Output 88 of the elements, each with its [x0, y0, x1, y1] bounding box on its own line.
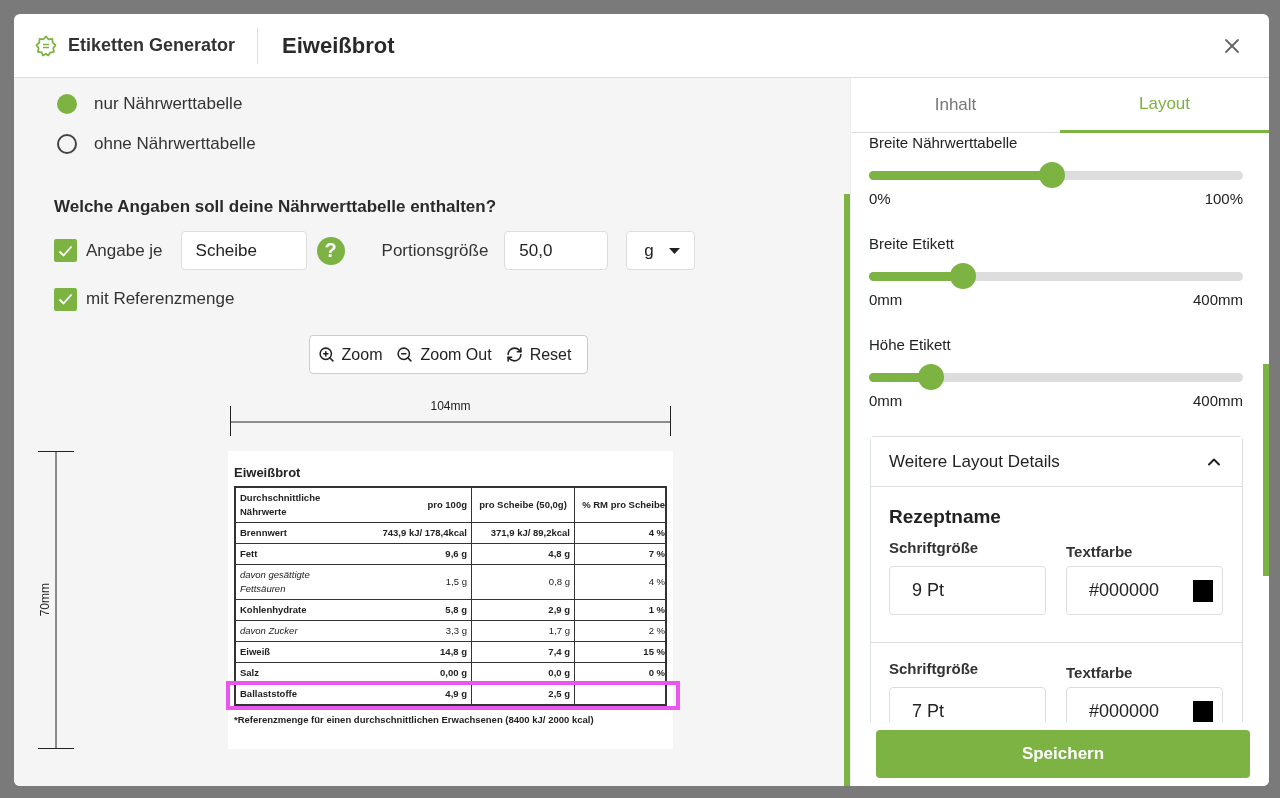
toolbar-button[interactable]: Zoom Out [396, 345, 492, 364]
nutrient-value: 0,00 g [439, 666, 468, 680]
nutrient-value: 14,8 g [439, 645, 468, 659]
nutrient-name: Brennwert [239, 526, 288, 540]
radio-button[interactable] [57, 134, 77, 154]
nutrient-value: 5,8 g [444, 603, 468, 617]
slider-label: Breite Nährwerttabelle [869, 133, 1019, 153]
nutrient-name: Fett [239, 547, 259, 561]
checkbox-label: mit Referenzmenge [86, 289, 235, 309]
slider-max-label: 400mm [1192, 391, 1243, 411]
column-header: pro 100g [426, 498, 468, 512]
dimension-label: 104mm [430, 399, 471, 413]
nutrient-value: 743,9 kJ/ 178,4kcal [381, 526, 468, 540]
reference-percent: 0 % [574, 663, 669, 683]
dialog-title: Eiweißbrot [282, 32, 395, 59]
nutrient-value: 2,5 g [471, 684, 574, 704]
dimension-label: 70mm [38, 583, 52, 617]
zoom-in-icon [317, 346, 335, 363]
column-header: % RM pro Scheibe [574, 488, 669, 522]
option-label[interactable]: ohne Nährwerttabelle [94, 134, 256, 154]
nutrient-name: Salz [239, 666, 260, 680]
zoom-out-icon [396, 346, 414, 363]
check-icon [58, 244, 73, 257]
caret-icon [669, 247, 681, 254]
toolbar-button[interactable]: Zoom [317, 345, 383, 364]
nutrient-value: 3,3 g [444, 624, 468, 638]
slider-min-label: 0mm [869, 391, 903, 411]
field-label: Schriftgröße [889, 539, 980, 557]
nutrient-value: 7,4 g [471, 642, 574, 662]
portion-input[interactable]: 50,0 [504, 231, 609, 270]
accordion-header[interactable]: Weitere Layout Details [871, 437, 1242, 487]
field-label: Schriftgröße [889, 660, 980, 678]
reference-percent: 15 % [574, 642, 669, 662]
nutrient-value: 0,0 g [471, 663, 574, 683]
footnote: *Referenzmenge für einen durchschnittlichen Erwachsenen (8400 kJ/ 2000 kcal) [234, 713, 595, 726]
column-header: pro Scheibe (50,0g) [471, 488, 574, 522]
nutrient-value: 371,9 kJ/ 89,2kcal [471, 523, 574, 543]
scrollbar-thumb[interactable] [844, 194, 850, 786]
nutrient-value: 0,8 g [471, 565, 574, 599]
color-input[interactable]: #000000 [1066, 687, 1223, 722]
reference-percent: 1 % [574, 600, 669, 620]
radio-button[interactable] [57, 94, 77, 114]
label-title: Eiweißbrot [234, 465, 302, 481]
slider-max-label: 400mm [1192, 290, 1243, 310]
reference-percent: 7 % [574, 544, 669, 564]
field-label: Textfarbe [1066, 664, 1134, 682]
font-size-input[interactable]: 7 Pt [889, 687, 1046, 722]
nutrient-value: 1,5 g [444, 575, 468, 589]
group-heading: Rezeptname [889, 505, 1002, 529]
label-badge-icon [35, 34, 57, 57]
checkbox[interactable] [54, 287, 77, 311]
field-label: Portionsgröße [381, 240, 489, 261]
refresh-icon [505, 346, 523, 363]
slider-handle[interactable] [949, 263, 976, 289]
nutrient-name: davon gesättigte Fettsäuren [239, 568, 311, 596]
checkbox[interactable] [54, 239, 77, 262]
nutrient-name: Kohlenhydrate [239, 603, 308, 617]
nutrient-value: 4,8 g [471, 544, 574, 564]
reference-percent: 4 % [574, 523, 669, 543]
slider-max-label: 100% [1204, 189, 1243, 209]
check-icon [58, 293, 73, 305]
nutrient-name: davon Zucker [239, 624, 299, 638]
nutrient-value: 4,9 g [444, 687, 468, 701]
unit-select[interactable]: g [626, 231, 696, 270]
font-size-input[interactable]: 9 Pt [889, 566, 1046, 615]
toolbar-button[interactable]: Reset [505, 345, 572, 364]
nutrient-value: 9,6 g [444, 547, 468, 561]
nutrient-name: Eiweiß [239, 645, 272, 659]
nutrient-value: 2,9 g [471, 600, 574, 620]
nutrient-name: Ballaststoffe [239, 687, 298, 701]
reference-percent: 2 % [574, 621, 669, 641]
checkbox-label: Angabe je [86, 240, 163, 261]
scrollbar-thumb[interactable] [1263, 364, 1269, 576]
nutrient-value: 1,7 g [471, 621, 574, 641]
color-input[interactable]: #000000 [1066, 566, 1223, 615]
field-label: Textfarbe [1066, 543, 1134, 561]
column-header: Durchschnittliche Nährwerte [239, 491, 322, 519]
slider-min-label: 0mm [869, 290, 903, 310]
option-label[interactable]: nur Nährwerttabelle [94, 94, 243, 114]
slider-min-label: 0% [869, 189, 891, 209]
slider-handle[interactable] [1039, 162, 1066, 188]
slider-handle[interactable] [917, 364, 944, 390]
slider-label: Höhe Etikett [869, 335, 952, 355]
app-name: Etiketten Generator [68, 35, 236, 56]
reference-percent: 4 % [574, 565, 669, 599]
slider-label: Breite Etikett [869, 234, 956, 254]
section-heading: Welche Angaben soll deine Nährwerttabelle enthalten? [54, 196, 498, 218]
unit-input[interactable]: Scheibe [180, 231, 307, 270]
